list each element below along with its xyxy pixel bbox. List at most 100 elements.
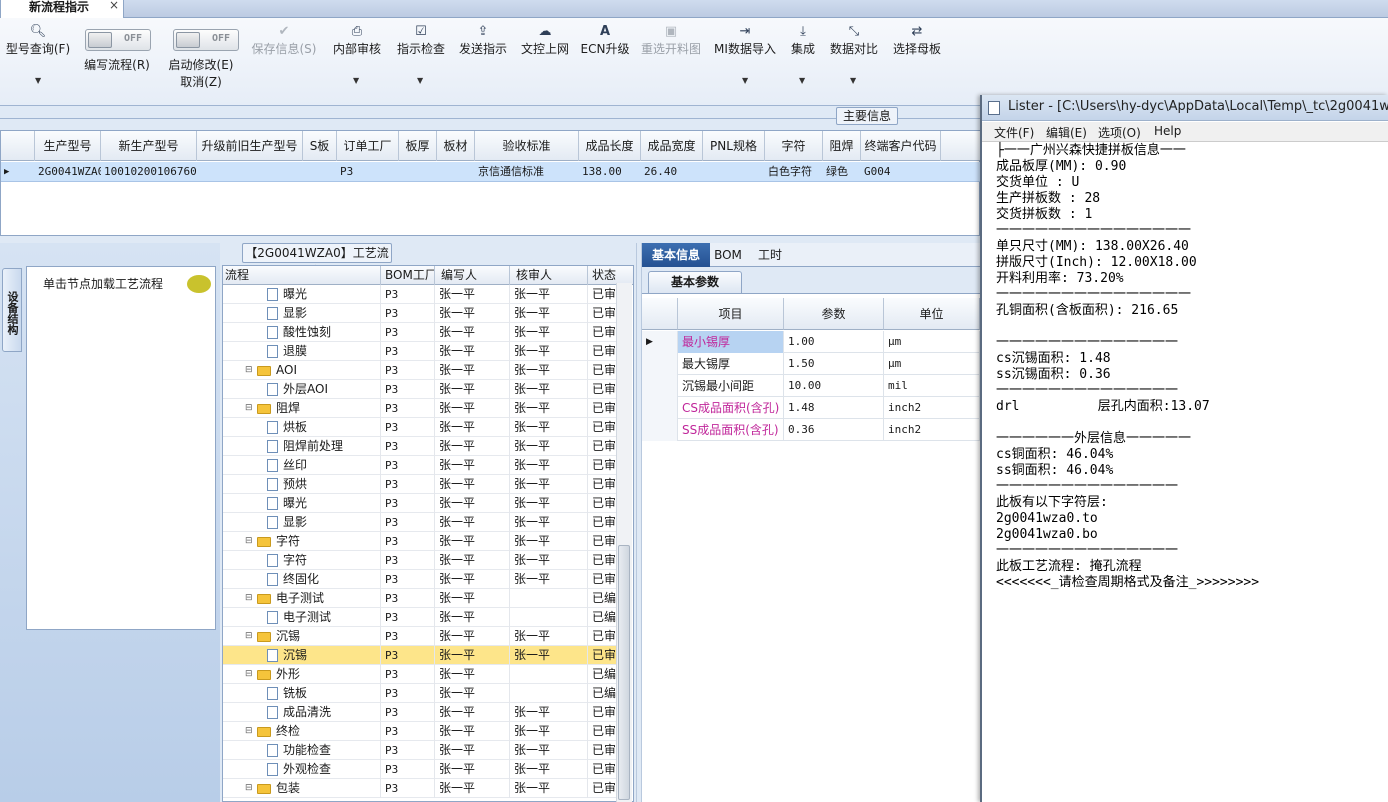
flow-title-tab[interactable]: 【2G0041WZA0】工艺流程 (242, 243, 392, 278)
column-header[interactable]: 板材 (437, 131, 475, 161)
tree-row[interactable]: 电子测试 P3 张一平 已编 (223, 608, 623, 627)
collapse-icon[interactable]: ⊟ (245, 532, 254, 551)
grid-cell[interactable]: 白色字符 (765, 162, 823, 182)
collapse-icon[interactable]: ⊟ (245, 665, 254, 684)
row-selector[interactable] (642, 353, 678, 375)
send-instruction-button[interactable]: ⇪ 发送指示 (456, 24, 510, 57)
grid-cell[interactable] (303, 162, 337, 182)
lister-titlebar[interactable]: Lister - [C:\Users\hy-dyc\AppData\Local\… (982, 95, 1388, 121)
collapse-icon[interactable]: ⊟ (245, 399, 254, 418)
param-value-cell[interactable]: 0.36 (784, 419, 884, 441)
main-info-tab[interactable]: 主要信息 (836, 107, 898, 125)
chevron-down-icon[interactable]: ▼ (742, 76, 748, 85)
internal-review-button[interactable]: ⎙ 内部审核 (330, 24, 384, 57)
column-header[interactable]: 成品长度 (579, 131, 641, 161)
tree-node[interactable]: 曝光 (223, 285, 381, 304)
tree-row[interactable]: 烘板 P3 张一平 张一平 已审 (223, 418, 623, 437)
grid-cell[interactable] (399, 162, 437, 182)
table-row[interactable]: ▶ 2G0041WZA0 10010200106760 P3 京信通信标准 138.00… (1, 162, 981, 182)
reselect-cut-diagram-button[interactable]: ▣ 重选开料图 (638, 24, 704, 57)
tree-row[interactable]: ⊟ 包装 P3 张一平 张一平 已审 (223, 779, 623, 798)
tab-close-icon[interactable]: × (109, 0, 119, 12)
collapse-icon[interactable]: ⊟ (245, 722, 254, 741)
tree-node[interactable]: 酸性蚀刻 (223, 323, 381, 342)
cancel-button[interactable]: 取消(Z) (176, 73, 226, 90)
tree-row[interactable]: 阻焊前处理 P3 张一平 张一平 已审 (223, 437, 623, 456)
tab-work-hours[interactable]: 工时 (748, 243, 792, 267)
column-header[interactable]: 字符 (765, 131, 823, 161)
tree-node[interactable]: 外观检查 (223, 760, 381, 779)
grid-cell[interactable]: 京信通信标准 (475, 162, 579, 182)
integration-button[interactable]: ⤓ 集成 (786, 24, 820, 57)
tree-row[interactable]: 显影 P3 张一平 张一平 已审 (223, 304, 623, 323)
tree-row[interactable]: 沉锡 P3 张一平 张一平 已审 (223, 646, 623, 665)
tree-node[interactable]: 终固化 (223, 570, 381, 589)
column-header[interactable]: 升级前旧生产型号 (197, 131, 303, 161)
tree-node[interactable]: ⊟ 电子测试 (223, 589, 381, 608)
tree-node[interactable]: 曝光 (223, 494, 381, 513)
menu-help[interactable]: Help (1154, 124, 1181, 138)
header-unit[interactable]: 单位 (884, 298, 980, 330)
tab-bom[interactable]: BOM (710, 243, 746, 267)
ecn-upgrade-button[interactable]: A ECN升级 (580, 24, 630, 57)
tree-node[interactable]: 沉锡 (223, 646, 381, 665)
tree-row[interactable]: ⊟ 电子测试 P3 张一平 已编 (223, 589, 623, 608)
column-header[interactable]: 验收标准 (475, 131, 579, 161)
scrollbar-thumb[interactable] (618, 545, 630, 800)
param-item-cell[interactable]: 最小锡厚 (678, 331, 784, 353)
tab-basic-params[interactable]: 基本参数 (648, 271, 742, 293)
tree-node[interactable]: 烘板 (223, 418, 381, 437)
edit-flow-toggle[interactable]: OFF (85, 29, 151, 51)
tree-node[interactable]: 成品清洗 (223, 703, 381, 722)
instruction-check-button[interactable]: ☑ 指示检查 (394, 24, 448, 57)
tree-node[interactable]: ⊟ 字符 (223, 532, 381, 551)
grid-cell[interactable] (197, 162, 303, 182)
grid-cell[interactable]: 2G0041WZA0 (35, 162, 101, 182)
menu-edit[interactable]: 编辑(E) (1046, 124, 1087, 141)
tree-row[interactable]: 曝光 P3 张一平 张一平 已审 (223, 285, 623, 304)
start-modify-toggle[interactable]: OFF (173, 29, 239, 51)
collapse-icon[interactable]: ⊟ (245, 779, 254, 798)
grid-cell[interactable] (437, 162, 475, 182)
grid-cell[interactable]: 绿色 (823, 162, 861, 182)
param-item-cell[interactable]: 最大锡厚 (678, 353, 784, 375)
tab-device-structure[interactable]: 设备结构 (2, 268, 22, 352)
tree-row[interactable]: ⊟ 沉锡 P3 张一平 张一平 已审 (223, 627, 623, 646)
model-query-button[interactable]: 🔍︎ 型号查询(F) (4, 24, 72, 57)
chevron-down-icon[interactable]: ▼ (850, 76, 856, 85)
tree-node[interactable]: 退膜 (223, 342, 381, 361)
tree-node[interactable]: ⊟ AOI (223, 361, 381, 380)
tree-row[interactable]: 功能检查 P3 张一平 张一平 已审 (223, 741, 623, 760)
header-writer[interactable]: 编写人 (435, 266, 510, 285)
tree-node[interactable]: 外层AOI (223, 380, 381, 399)
column-header[interactable]: 板厚 (399, 131, 437, 161)
tree-row[interactable]: 字符 P3 张一平 张一平 已审 (223, 551, 623, 570)
header-bom-factory[interactable]: BOM工厂 (381, 266, 435, 285)
column-header[interactable]: PNL规格 (703, 131, 765, 161)
save-info-button[interactable]: ✔ 保存信息(S) (249, 24, 319, 57)
param-item-cell[interactable]: SS成品面积(含孔) (678, 419, 784, 441)
select-master-button[interactable]: ⇄ 选择母板 (890, 24, 944, 57)
column-header[interactable]: 阻焊 (823, 131, 861, 161)
row-selector[interactable] (642, 419, 678, 441)
column-header[interactable]: 订单工厂 (337, 131, 399, 161)
param-row[interactable]: ▶ 最小锡厚 1.00 μm (642, 331, 980, 353)
chevron-down-icon[interactable]: ▼ (799, 76, 805, 85)
column-header[interactable]: S板 (303, 131, 337, 161)
tree-row[interactable]: ⊟ 阻焊 P3 张一平 张一平 已审 (223, 399, 623, 418)
menu-file[interactable]: 文件(F) (994, 124, 1034, 141)
grid-cell[interactable] (703, 162, 765, 182)
tree-row[interactable]: ⊟ 字符 P3 张一平 张一平 已审 (223, 532, 623, 551)
tree-row[interactable]: 曝光 P3 张一平 张一平 已审 (223, 494, 623, 513)
speech-bubble-icon[interactable] (187, 275, 211, 293)
param-value-cell[interactable]: 10.00 (784, 375, 884, 397)
tree-node[interactable]: 显影 (223, 513, 381, 532)
column-header[interactable]: 终端客户代码 (861, 131, 941, 161)
chevron-down-icon[interactable]: ▼ (35, 76, 41, 85)
param-item-cell[interactable]: CS成品面积(含孔) (678, 397, 784, 419)
tree-node[interactable]: 电子测试 (223, 608, 381, 627)
tree-row[interactable]: 退膜 P3 张一平 张一平 已审 (223, 342, 623, 361)
menu-options[interactable]: 选项(O) (1098, 124, 1141, 141)
tree-row[interactable]: ⊟ 外形 P3 张一平 已编 (223, 665, 623, 684)
param-item-cell[interactable]: 沉锡最小间距 (678, 375, 784, 397)
